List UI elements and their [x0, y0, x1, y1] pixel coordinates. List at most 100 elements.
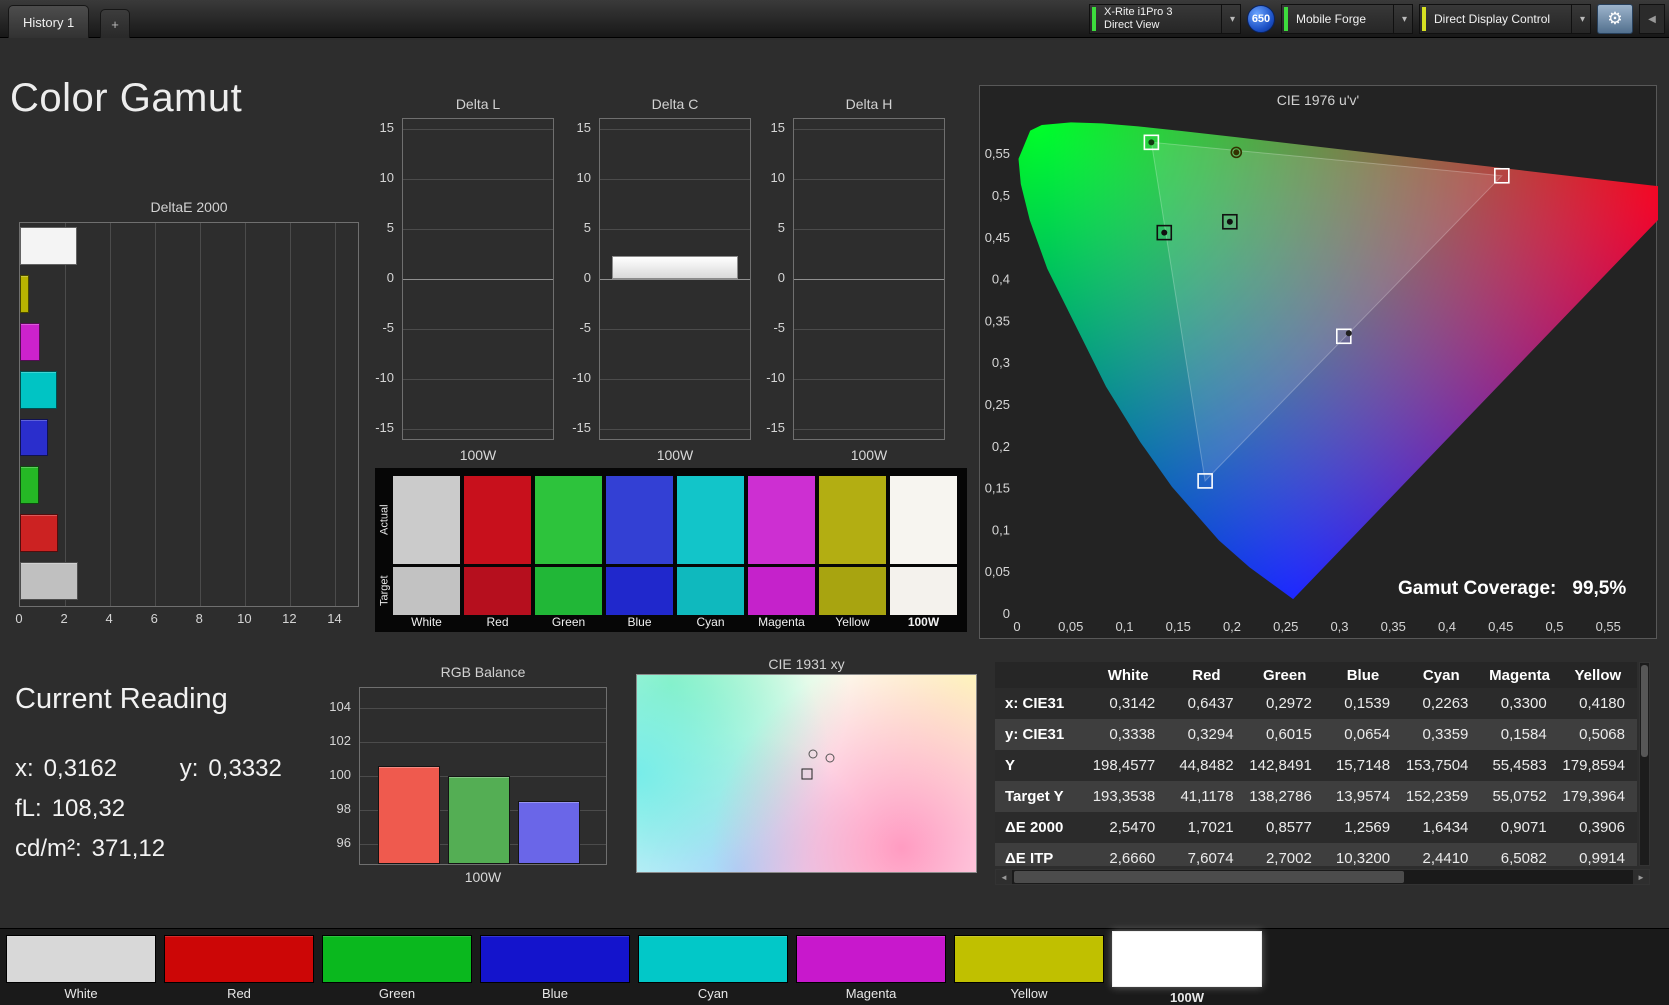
axis-tick-label: -10 [766, 370, 785, 385]
patch-label: White [64, 986, 98, 1001]
gridline [600, 379, 750, 380]
source-label: Mobile Forge [1296, 12, 1367, 26]
white-measured-marker [1226, 218, 1233, 225]
meter-label: X-Rite i1Pro 3 Direct View [1104, 6, 1173, 31]
axis-tick-label: 104 [329, 699, 351, 715]
patch-button-magenta[interactable]: Magenta [796, 935, 946, 1001]
axis-tick-label: 0,1 [1115, 619, 1133, 634]
axis-tick-label: 0,55 [985, 146, 1010, 161]
patch-button-white[interactable]: White [6, 935, 156, 1001]
gridline [600, 229, 750, 230]
table-horizontal-scrollbar[interactable]: ◄ ► [995, 869, 1650, 885]
patch-chip [954, 935, 1104, 983]
magenta-measured-marker [1345, 330, 1352, 337]
rgb-balance-chart [359, 687, 607, 865]
swatch-label: White [411, 615, 442, 629]
rgb-balance-x-label: 100W [464, 869, 502, 885]
target-swatch [819, 567, 886, 615]
display-control-dropdown[interactable]: Direct Display Control ▾ [1419, 4, 1591, 34]
table-cell: 7,6074 [1187, 850, 1234, 866]
table-cell: 179,3964 [1562, 788, 1625, 805]
history-tab[interactable]: History 1 [8, 5, 90, 38]
patch-label: Red [227, 986, 251, 1001]
axis-tick-label: 100 [329, 767, 351, 782]
patch-button-yellow[interactable]: Yellow [954, 935, 1104, 1001]
gridline [200, 223, 202, 606]
gridline [600, 129, 750, 130]
settings-button[interactable]: ⚙ [1597, 4, 1633, 34]
delta-h-x-label: 100W [850, 447, 888, 463]
scrollbar-thumb[interactable] [1014, 871, 1404, 883]
axis-tick-label: -15 [766, 420, 785, 435]
delta-c-chart [599, 118, 751, 440]
table-header: Green [1245, 662, 1324, 688]
patch-label: Green [378, 986, 416, 1001]
table-cell: 198,4577 [1092, 757, 1156, 774]
scroll-right-icon[interactable]: ► [1633, 870, 1649, 884]
axis-tick-label: 5 [583, 220, 591, 235]
scrollbar-track[interactable] [1012, 870, 1633, 884]
table-vertical-scrollbar[interactable] [1639, 662, 1650, 866]
patch-button-100w[interactable]: 100W [1112, 931, 1262, 1005]
axis-tick-label: 5 [777, 220, 785, 235]
axis-tick-label: 102 [329, 733, 351, 749]
patch-button-blue[interactable]: Blue [480, 935, 630, 1001]
gridline [245, 223, 247, 606]
scroll-left-icon[interactable]: ◄ [996, 870, 1012, 884]
axis-tick-label: 10 [576, 170, 591, 185]
table-header: White [1089, 662, 1168, 688]
scrollbar-thumb[interactable] [1641, 665, 1648, 757]
patch-chip [796, 935, 946, 983]
swatch-column-red: Red [464, 468, 531, 632]
table-cell: 1,7021 [1187, 819, 1234, 836]
add-icon: + [111, 16, 119, 32]
row-label: Target Y [1005, 788, 1064, 805]
patch-button-red[interactable]: Red [164, 935, 314, 1001]
axis-tick-label: 14 [327, 611, 342, 626]
deltae-bar-cyan [20, 370, 58, 409]
patch-label: Blue [541, 986, 569, 1001]
cie1976-diagram: 0 0,05 0,1 0,15 0,2 0,25 0,3 0,35 0,4 0,45 0,5 0,55… [985, 122, 1658, 634]
target-row-label: Target [378, 575, 391, 607]
axis-tick-label: 0,4 [1438, 619, 1456, 634]
patch-label: Magenta [845, 986, 897, 1001]
table-cell: 0,2972 [1265, 695, 1312, 712]
axis-tick-label: 0,35 [985, 313, 1010, 328]
gridline [360, 742, 606, 744]
axis-tick-label: 0,25 [1273, 619, 1298, 634]
cie1931-diagram [636, 674, 977, 873]
meter-dropdown[interactable]: X-Rite i1Pro 3 Direct View ▾ [1089, 4, 1241, 34]
axis-tick-label: 8 [195, 611, 203, 626]
patch-label: Yellow [1010, 986, 1048, 1001]
patch-button-cyan[interactable]: Cyan [638, 935, 788, 1001]
table-cell: 152,2359 [1405, 788, 1469, 805]
deltae2000-chart-title: DeltaE 2000 [150, 199, 228, 215]
table-header: Blue [1323, 662, 1403, 688]
table-cell: 142,8491 [1249, 757, 1312, 774]
gridline [65, 223, 67, 606]
cyan-measured-marker [1161, 229, 1168, 236]
axis-tick-label: 0,05 [1058, 619, 1083, 634]
source-dropdown[interactable]: Mobile Forge ▾ [1281, 4, 1413, 34]
display-control-label: Direct Display Control [1434, 12, 1551, 26]
actual-swatch [535, 476, 602, 564]
display-control-status-indicator [1422, 7, 1426, 31]
axis-tick-label: 0,45 [1488, 619, 1513, 634]
reading-fl-value: 108,32 [51, 795, 126, 822]
table-cell: 179,8594 [1562, 757, 1625, 774]
table-cell: 193,3538 [1092, 788, 1156, 805]
table-cell: 55,0752 [1492, 788, 1547, 805]
table-cell: 0,2263 [1422, 695, 1469, 712]
meter-reading-badge[interactable]: 650 [1247, 5, 1275, 33]
add-tab-button[interactable]: + [100, 9, 130, 38]
table-cell: 55,4583 [1492, 757, 1547, 774]
row-label: ΔE ITP [1005, 850, 1054, 866]
axis-tick-label: 4 [105, 611, 113, 626]
axis-tick-label: 0,35 [1381, 619, 1406, 634]
white-target-marker [801, 768, 812, 779]
axis-tick-label: 12 [282, 611, 297, 626]
top-bar: History 1 + X-Rite i1Pro 3 Direct View ▾… [0, 0, 1669, 38]
collapse-panel-button[interactable]: ◀ [1639, 4, 1665, 34]
patch-button-green[interactable]: Green [322, 935, 472, 1001]
actual-swatch [464, 476, 531, 564]
